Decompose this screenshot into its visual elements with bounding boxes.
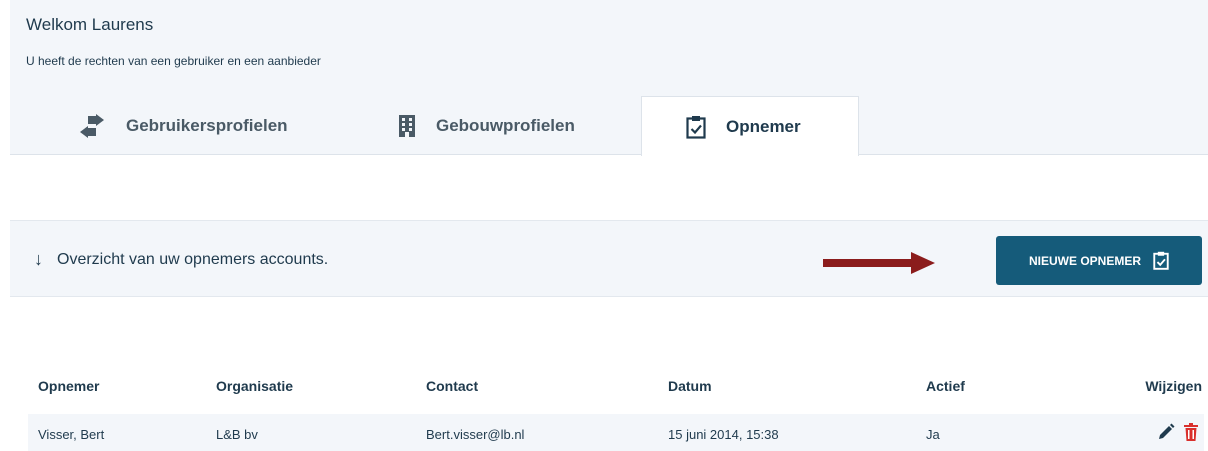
column-header-wijzigen: Wijzigen <box>1145 378 1202 394</box>
annotation-arrow-icon <box>823 252 935 274</box>
new-opnemer-label: NIEUWE OPNEMER <box>1028 253 1141 268</box>
cell-organisatie: L&B bv <box>216 427 258 442</box>
column-header-datum[interactable]: Datum <box>668 378 712 394</box>
welcome-title: Welkom Laurens <box>26 15 154 34</box>
column-header-contact[interactable]: Contact <box>426 378 478 394</box>
header-panel: Welkom Laurens U heeft de rechten van ee… <box>10 0 1208 156</box>
new-opnemer-button[interactable]: NIEUWE OPNEMER <box>996 236 1202 285</box>
overview-bar: ↓ Overzicht van uw opnemers accounts. NI… <box>10 220 1208 297</box>
overview-text: ↓ Overzicht van uw opnemers accounts. <box>34 249 328 270</box>
tab-label: Gebouwprofielen <box>436 116 575 135</box>
rights-text: U heeft de rechten van een gebruiker en … <box>26 54 321 68</box>
table-row: Visser, Bert L&B bv Bert.visser@lb.nl 15… <box>28 414 1204 451</box>
tab-opnemer[interactable]: Opnemer <box>641 96 859 156</box>
cell-actief: Ja <box>926 427 940 442</box>
column-header-organisatie[interactable]: Organisatie <box>216 378 293 394</box>
clipboard-check-icon <box>686 115 706 139</box>
arrow-down-icon: ↓ <box>34 249 43 269</box>
building-icon <box>398 115 416 137</box>
trash-icon[interactable] <box>1184 423 1198 444</box>
tab-label: Gebruikersprofielen <box>126 116 288 135</box>
pencil-icon[interactable] <box>1157 423 1175 444</box>
column-header-opnemer[interactable]: Opnemer <box>38 378 99 394</box>
overview-label: Overzicht van uw opnemers accounts. <box>57 250 329 268</box>
cell-contact: Bert.visser@lb.nl <box>426 427 525 442</box>
tab-gebouwprofielen[interactable]: Gebouwprofielen <box>398 96 575 156</box>
column-header-actief[interactable]: Actief <box>926 378 965 394</box>
tab-gebruikersprofielen[interactable]: Gebruikersprofielen <box>78 96 288 156</box>
row-actions <box>1157 423 1198 444</box>
tab-label: Opnemer <box>726 116 801 136</box>
cell-opnemer: Visser, Bert <box>38 427 105 442</box>
cell-datum: 15 juni 2014, 15:38 <box>668 427 779 442</box>
arrows-exchange-icon <box>78 114 106 138</box>
clipboard-check-icon <box>1153 251 1169 270</box>
table-header: Opnemer Organisatie Contact Datum Actief… <box>28 378 1206 398</box>
